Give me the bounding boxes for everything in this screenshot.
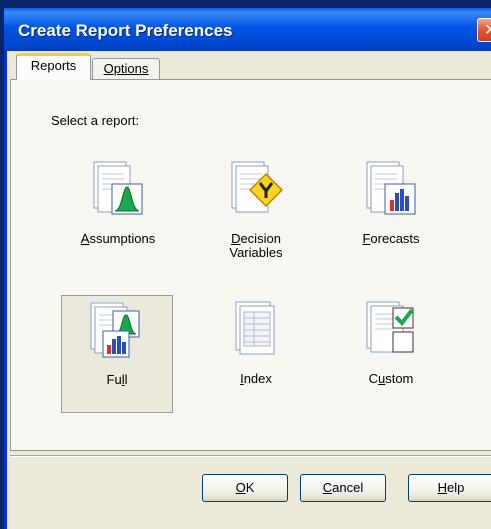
report-forecasts[interactable]: Forecasts	[336, 160, 446, 246]
report-decision-variables[interactable]: Decision Variables	[201, 160, 311, 260]
report-decision-variables-label-line2: Variables	[229, 245, 283, 260]
ok-button-rest: K	[245, 480, 255, 495]
tab-reports-label: Reports	[30, 58, 77, 73]
report-decision-variables-label-rest: ecision	[240, 231, 281, 246]
report-index[interactable]: Index	[201, 300, 311, 386]
ok-button[interactable]: OK	[202, 474, 288, 502]
assumptions-report-icon	[90, 160, 146, 222]
index-report-icon	[228, 300, 284, 362]
report-assumptions[interactable]: Assumptions	[63, 160, 173, 246]
tab-options-label: Options	[103, 61, 149, 76]
help-button-u: H	[437, 480, 448, 495]
report-assumptions-label-rest: ssumptions	[89, 231, 156, 246]
window-title: Create Report Preferences	[18, 21, 233, 40]
ok-button-u: O	[235, 480, 246, 495]
close-button[interactable]: ✕	[477, 18, 491, 42]
report-forecasts-label-rest: orecasts	[370, 231, 420, 246]
report-full-label-post: l	[124, 372, 128, 387]
close-icon: ✕	[484, 22, 491, 39]
report-index-label-rest: ndex	[243, 371, 272, 386]
title-bar[interactable]: Create Report Preferences ✕	[4, 8, 491, 51]
report-full[interactable]: Full	[61, 295, 173, 413]
forecasts-report-icon	[363, 160, 419, 222]
cancel-button-rest: ancel	[332, 480, 364, 495]
report-custom[interactable]: Custom	[336, 300, 446, 386]
reports-panel: Select a report: Assumptions Decision Va…	[10, 79, 491, 451]
report-custom-label-post: stom	[385, 371, 414, 386]
tab-options[interactable]: Options	[92, 58, 160, 80]
footer-separator	[10, 455, 491, 457]
help-button[interactable]: Help	[408, 474, 491, 502]
full-report-icon	[89, 301, 145, 363]
custom-report-icon	[363, 300, 419, 362]
report-custom-label-pre: C	[368, 371, 378, 386]
cancel-button[interactable]: Cancel	[300, 474, 386, 502]
report-full-label-pre: Fu	[106, 372, 122, 387]
cancel-button-u: C	[322, 480, 333, 495]
select-report-prompt: Select a report:	[51, 113, 140, 128]
help-button-rest: elp	[447, 480, 465, 495]
decision-variables-report-icon	[228, 160, 284, 222]
tab-reports[interactable]: Reports	[16, 53, 91, 80]
